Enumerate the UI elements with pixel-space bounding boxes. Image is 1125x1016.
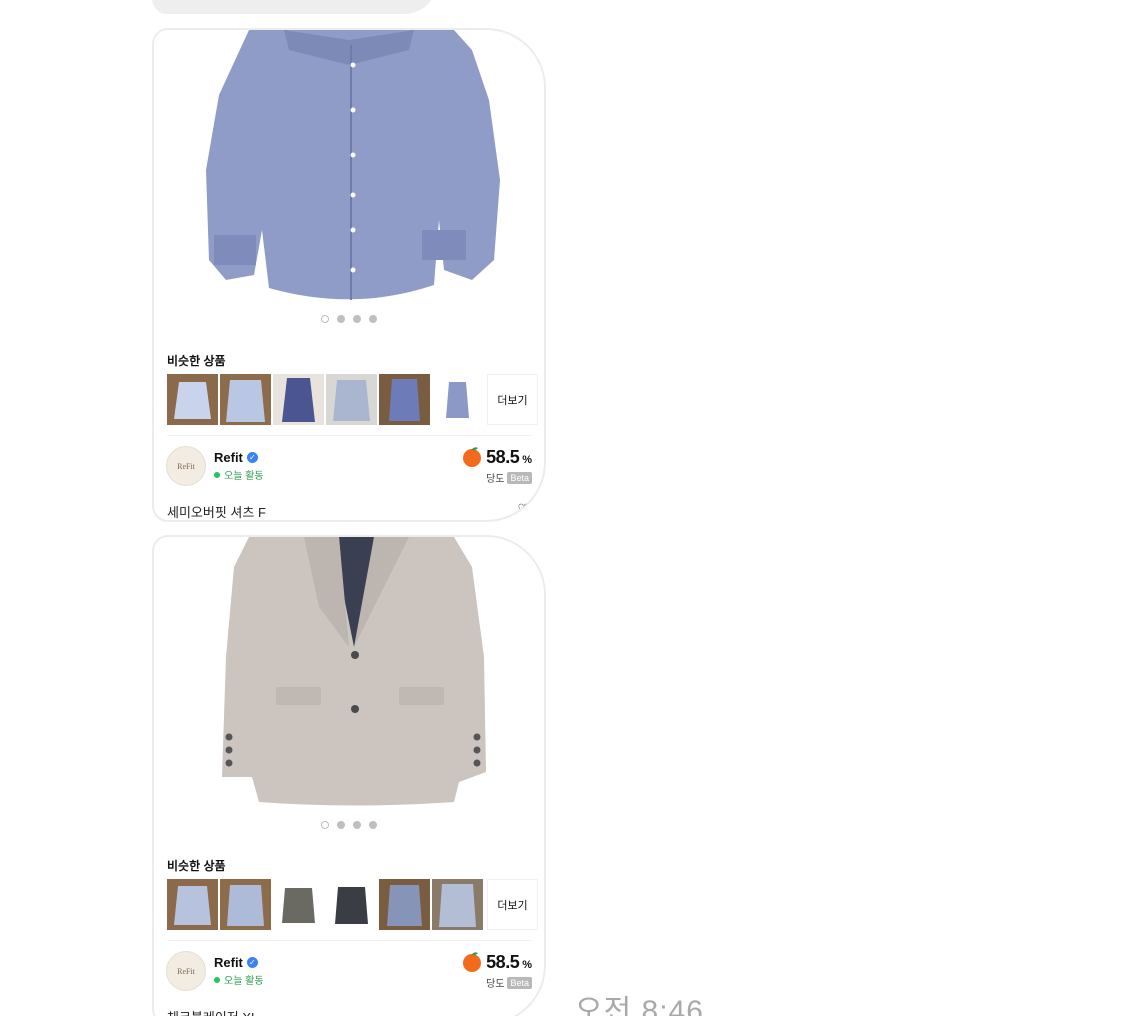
similar-items-list: 더보기 <box>167 374 538 425</box>
sweetness-unit: % <box>522 453 532 466</box>
similar-items-title: 비슷한 상품 <box>167 859 226 873</box>
carousel-dot[interactable] <box>353 315 361 323</box>
seller-info[interactable]: ReFit Refit ✓ 오늘 활동 <box>166 951 264 991</box>
more-similar-button[interactable]: 더보기 <box>487 879 538 930</box>
seller-activity: 오늘 활동 <box>224 471 264 482</box>
avatar[interactable]: ReFit <box>166 446 206 486</box>
carousel-dots[interactable] <box>154 821 544 829</box>
carousel-dot[interactable] <box>369 315 377 323</box>
carousel-dot[interactable] <box>337 821 345 829</box>
blue-dress-shirt-image <box>154 30 544 330</box>
item-title[interactable]: 체크블레이저 XL <box>167 1007 258 1016</box>
item-title[interactable]: 세미오버핏 셔츠 F <box>167 502 266 520</box>
seller-info[interactable]: ReFit Refit ✓ 오늘 활동 <box>166 446 264 486</box>
sweetness-value: 58.5 <box>486 446 520 467</box>
carousel-dot[interactable] <box>353 821 361 829</box>
sweetness-label: 당도 <box>486 979 505 990</box>
seller-name: Refit <box>214 955 243 970</box>
tangerine-icon <box>463 952 482 972</box>
similar-item-thumb[interactable] <box>326 879 377 930</box>
sweetness-score: 58.5 % 당도 Beta <box>461 446 532 485</box>
verified-check-icon: ✓ <box>246 957 258 968</box>
sweetness-unit: % <box>522 958 532 971</box>
sweetness-label: 당도 <box>486 474 505 485</box>
similar-item-thumb[interactable] <box>379 374 430 425</box>
sweetness-score: 58.5 % 당도 Beta <box>461 951 532 990</box>
product-photo[interactable] <box>154 537 544 815</box>
similar-item-thumb[interactable] <box>432 374 483 425</box>
product-photo[interactable] <box>154 30 544 330</box>
carousel-dot[interactable] <box>321 315 329 323</box>
product-card[interactable]: 비슷한 상품 더보기 ReFit Refit ✓ 오늘 활동 58.5 % 당도… <box>152 28 546 522</box>
carousel-dot[interactable] <box>321 821 329 829</box>
similar-item-thumb[interactable] <box>379 879 430 930</box>
avatar[interactable]: ReFit <box>166 951 206 991</box>
similar-item-thumb[interactable] <box>432 879 483 930</box>
online-status-dot-icon <box>214 471 220 478</box>
seller-activity: 오늘 활동 <box>224 976 264 987</box>
seller-name: Refit <box>214 450 243 465</box>
online-status-dot-icon <box>214 976 220 983</box>
beta-badge: Beta <box>507 976 532 989</box>
verified-check-icon: ✓ <box>246 452 258 463</box>
similar-items-list: 더보기 <box>167 879 538 930</box>
similar-item-thumb[interactable] <box>167 374 218 425</box>
chat-screen: 비슷한 상품 더보기 ReFit Refit ✓ 오늘 활동 58.5 % 당도… <box>0 0 1125 1016</box>
sweetness-value: 58.5 <box>486 951 520 972</box>
tangerine-icon <box>463 447 482 467</box>
similar-item-thumb[interactable] <box>273 879 324 930</box>
message-timestamp: 오전 8:46 <box>575 995 704 1016</box>
carousel-dot[interactable] <box>369 821 377 829</box>
more-similar-button[interactable]: 더보기 <box>487 374 538 425</box>
similar-item-thumb[interactable] <box>273 374 324 425</box>
carousel-dots[interactable] <box>154 315 544 323</box>
divider <box>167 940 531 941</box>
heart-icon[interactable]: ♥ <box>522 1007 530 1016</box>
heart-icon[interactable]: ♡ <box>517 502 530 516</box>
divider <box>167 435 531 436</box>
beta-badge: Beta <box>507 471 532 484</box>
product-card[interactable]: 비슷한 상품 더보기 ReFit Refit ✓ 오늘 활동 58.5 % 당도… <box>152 535 546 1016</box>
similar-item-thumb[interactable] <box>167 879 218 930</box>
similar-item-thumb[interactable] <box>220 879 271 930</box>
similar-item-thumb[interactable] <box>220 374 271 425</box>
similar-items-title: 비슷한 상품 <box>167 354 226 368</box>
carousel-dot[interactable] <box>337 315 345 323</box>
check-blazer-image <box>154 537 544 815</box>
previous-message-bubble <box>152 0 438 14</box>
similar-item-thumb[interactable] <box>326 374 377 425</box>
